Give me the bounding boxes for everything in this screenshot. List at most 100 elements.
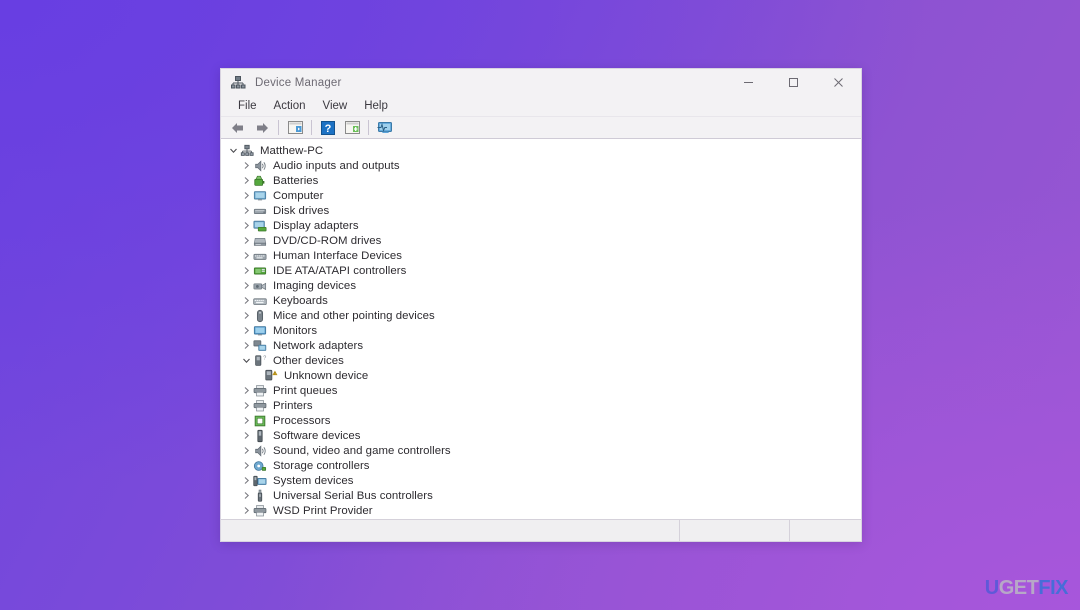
status-bar-second-text: [680, 520, 789, 526]
chevron-right-icon[interactable]: [240, 324, 253, 337]
tree-item-human-interface-devices[interactable]: Human Interface Devices: [221, 248, 861, 263]
chevron-right-icon[interactable]: [240, 429, 253, 442]
device-tree[interactable]: Matthew-PC Audio inputs and outputs Batt…: [221, 139, 861, 519]
properties-button[interactable]: [341, 118, 363, 138]
chevron-right-icon[interactable]: [240, 174, 253, 187]
chevron-right-icon[interactable]: [240, 264, 253, 277]
tree-item-batteries[interactable]: Batteries: [221, 173, 861, 188]
forward-button[interactable]: [251, 118, 273, 138]
tree-item-storage-controllers[interactable]: Storage controllers: [221, 458, 861, 473]
status-bar-main-pane: [221, 520, 679, 541]
svg-text:?: ?: [325, 123, 332, 135]
tree-item-ide-ata-atapi-controllers[interactable]: IDE ATA/ATAPI controllers: [221, 263, 861, 278]
monitor-icon: [253, 324, 269, 338]
chevron-right-icon[interactable]: [240, 279, 253, 292]
back-button[interactable]: [227, 118, 249, 138]
ugetfix-watermark: UGETFIX: [985, 577, 1069, 600]
chevron-down-icon[interactable]: [227, 144, 240, 157]
tree-item-keyboards[interactable]: Keyboards: [221, 293, 861, 308]
chevron-right-icon[interactable]: [240, 459, 253, 472]
tree-item-unknown-device[interactable]: Unknown device: [221, 368, 861, 383]
mouse-icon: [253, 309, 269, 323]
chevron-right-icon[interactable]: [240, 339, 253, 352]
chevron-right-icon[interactable]: [240, 474, 253, 487]
tree-item-print-queues[interactable]: Print queues: [221, 383, 861, 398]
menu-file[interactable]: File: [230, 98, 265, 114]
chevron-right-icon[interactable]: [240, 414, 253, 427]
chevron-right-icon[interactable]: [240, 399, 253, 412]
device-manager-window: Device Manager File Action View Help ? M…: [220, 68, 862, 542]
tree-item-monitors[interactable]: Monitors: [221, 323, 861, 338]
tree-item-system-devices[interactable]: System devices: [221, 473, 861, 488]
tree-item-universal-serial-bus-controllers[interactable]: Universal Serial Bus controllers: [221, 488, 861, 503]
menu-action[interactable]: Action: [266, 98, 314, 114]
printer-queue-icon: [253, 384, 269, 398]
tree-item-label: Batteries: [273, 174, 319, 187]
chevron-right-icon[interactable]: [240, 159, 253, 172]
tree-item-label: Printers: [273, 399, 313, 412]
chevron-right-icon[interactable]: [240, 249, 253, 262]
scan-for-hardware-changes-button[interactable]: [374, 118, 396, 138]
minimize-button[interactable]: [726, 69, 771, 96]
tree-item-label: Monitors: [273, 324, 318, 337]
status-bar-third-text: [790, 520, 861, 526]
help-button[interactable]: ?: [317, 118, 339, 138]
printer-queue-icon: [253, 504, 269, 518]
tree-item-root[interactable]: Matthew-PC: [221, 143, 861, 158]
tree-item-label: Unknown device: [284, 369, 369, 382]
tree-item-wsd-print-provider[interactable]: WSD Print Provider: [221, 503, 861, 518]
camera-icon: [253, 279, 269, 293]
tree-item-label: Audio inputs and outputs: [273, 159, 400, 172]
chevron-right-icon[interactable]: [240, 444, 253, 457]
chevron-right-icon[interactable]: [240, 309, 253, 322]
keyboard-icon: [253, 294, 269, 308]
chevron-down-icon[interactable]: [240, 354, 253, 367]
chevron-right-icon[interactable]: [240, 234, 253, 247]
tree-item-display-adapters[interactable]: Display adapters: [221, 218, 861, 233]
tree-item-label: Mice and other pointing devices: [273, 309, 435, 322]
tree-item-label: Print queues: [273, 384, 338, 397]
tree-item-printers[interactable]: Printers: [221, 398, 861, 413]
watermark-part-2: GET: [998, 577, 1039, 599]
computer-root-icon: [240, 144, 256, 158]
chevron-right-icon[interactable]: [240, 384, 253, 397]
window-titlebar[interactable]: Device Manager: [221, 69, 861, 96]
chevron-right-icon[interactable]: [240, 504, 253, 517]
tree-item-mice-and-other-pointing-devices[interactable]: Mice and other pointing devices: [221, 308, 861, 323]
tree-item-label: Disk drives: [273, 204, 330, 217]
toolbar: ?: [221, 117, 861, 139]
chevron-right-icon[interactable]: [240, 204, 253, 217]
tree-item-audio-inputs-and-outputs[interactable]: Audio inputs and outputs: [221, 158, 861, 173]
tree-item-label: IDE ATA/ATAPI controllers: [273, 264, 407, 277]
chevron-right-icon[interactable]: [240, 189, 253, 202]
menu-help[interactable]: Help: [356, 98, 396, 114]
tree-item-label: WSD Print Provider: [273, 504, 373, 517]
tree-item-network-adapters[interactable]: Network adapters: [221, 338, 861, 353]
tree-item-label: Network adapters: [273, 339, 364, 352]
tree-item-label: Human Interface Devices: [273, 249, 403, 262]
tree-item-disk-drives[interactable]: Disk drives: [221, 203, 861, 218]
tree-item-label: Display adapters: [273, 219, 359, 232]
show-hide-console-tree-button[interactable]: [284, 118, 306, 138]
tree-item-sound-video-and-game-controllers[interactable]: Sound, video and game controllers: [221, 443, 861, 458]
tree-item-computer[interactable]: Computer: [221, 188, 861, 203]
tree-item-other-devices[interactable]: ? Other devices: [221, 353, 861, 368]
menu-view[interactable]: View: [315, 98, 356, 114]
tree-item-processors[interactable]: Processors: [221, 413, 861, 428]
tree-item-imaging-devices[interactable]: Imaging devices: [221, 278, 861, 293]
tree-item-dvd-cd-rom-drives[interactable]: DVD/CD-ROM drives: [221, 233, 861, 248]
svg-text:?: ?: [263, 355, 266, 361]
chevron-right-icon[interactable]: [240, 294, 253, 307]
ide-controller-icon: [253, 264, 269, 278]
device-manager-icon: [230, 75, 246, 91]
tree-item-label: DVD/CD-ROM drives: [273, 234, 382, 247]
chevron-right-icon[interactable]: [240, 219, 253, 232]
chevron-right-icon[interactable]: [240, 489, 253, 502]
close-button[interactable]: [816, 69, 861, 96]
toolbar-separator: [311, 120, 312, 135]
maximize-button[interactable]: [771, 69, 816, 96]
software-device-icon: [253, 429, 269, 443]
tree-item-software-devices[interactable]: Software devices: [221, 428, 861, 443]
tree-item-label: Storage controllers: [273, 459, 370, 472]
window-controls: [726, 69, 861, 96]
